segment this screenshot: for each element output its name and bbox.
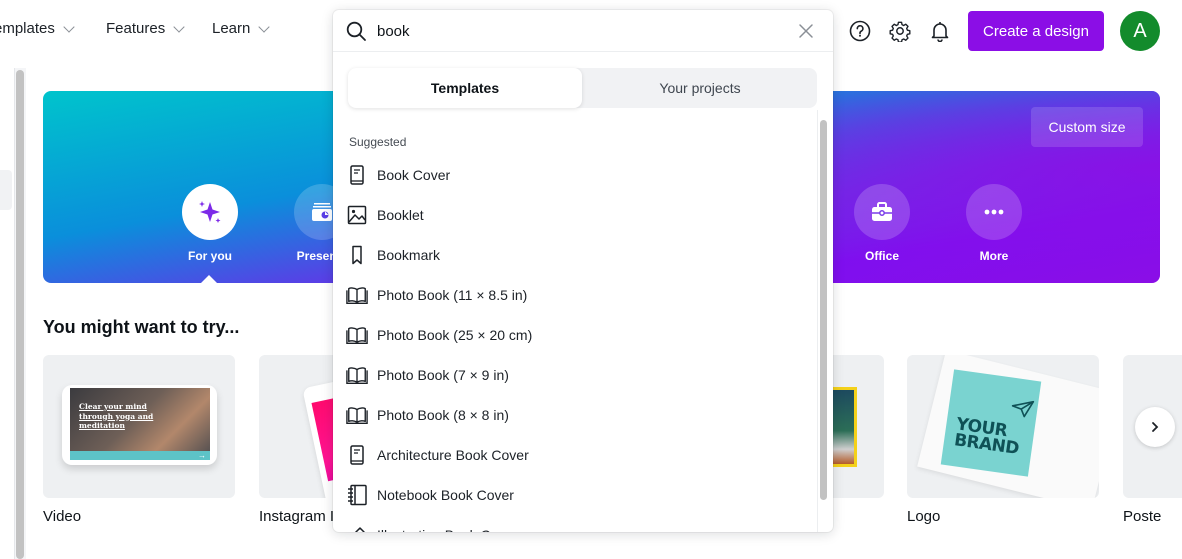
create-design-button[interactable]: Create a design: [968, 11, 1104, 51]
suggestion-item[interactable]: Photo Book (25 × 20 cm): [333, 315, 817, 355]
suggestion-item[interactable]: Photo Book (7 × 9 in): [333, 355, 817, 395]
category-icon-circle: [966, 184, 1022, 240]
nav-learn[interactable]: Learn: [212, 20, 271, 37]
suggested-heading: Suggested: [349, 135, 407, 149]
suggestion-item[interactable]: Photo Book (11 × 8.5 in): [333, 275, 817, 315]
custom-size-button[interactable]: Custom size: [1031, 107, 1143, 147]
tab-your-projects[interactable]: Your projects: [583, 68, 817, 108]
arrow-right-icon: →: [198, 451, 206, 460]
suggestion-label: Booklet: [377, 207, 424, 223]
presentation-icon: [312, 203, 332, 221]
sparkle-icon: [199, 201, 221, 223]
help-button[interactable]: [848, 19, 872, 43]
briefcase-icon: [872, 202, 892, 221]
category-icon-circle: [182, 184, 238, 240]
nav-features[interactable]: Features: [106, 20, 185, 37]
search-input[interactable]: [377, 20, 777, 42]
help-icon: [849, 20, 871, 42]
section-title: You might want to try...: [43, 317, 240, 337]
carousel-next-button[interactable]: [1135, 407, 1175, 447]
card-label: Video: [43, 508, 82, 525]
suggestion-label: Bookmark: [377, 247, 441, 263]
image-icon: [347, 205, 367, 225]
gear-icon: [889, 21, 911, 42]
chevron-down-icon: [258, 20, 271, 33]
template-card-logo[interactable]: YOUR BRAND: [907, 355, 1099, 498]
poster-thumbnail: [832, 387, 857, 467]
sidebar-scrollbar[interactable]: [16, 70, 24, 559]
category-more[interactable]: More: [944, 184, 1044, 263]
suggestions-scroll-area: Suggested Book Cover Booklet Bookmark Ph…: [333, 115, 817, 532]
bell-icon: [931, 22, 949, 42]
suggestion-item[interactable]: Photo Book (8 × 8 in): [333, 395, 817, 435]
book-cover-icon: [350, 445, 364, 465]
card-label: Logo: [907, 508, 941, 525]
suggestion-item[interactable]: Illustration Book Cover: [333, 515, 817, 532]
more-icon: [984, 209, 1004, 215]
suggestion-item[interactable]: Architecture Book Cover: [333, 435, 817, 475]
suggestion-item[interactable]: Bookmark: [333, 235, 817, 275]
search-tabs: Templates Your projects: [348, 68, 817, 108]
card-label: Poste: [1123, 508, 1162, 525]
suggestion-label: Photo Book (8 × 8 in): [377, 407, 509, 423]
suggestion-label: Architecture Book Cover: [377, 447, 529, 463]
chevron-down-icon: [63, 20, 75, 33]
suggestion-item[interactable]: Booklet: [333, 195, 817, 235]
category-label: Office: [864, 249, 899, 263]
sidebar-selected-item[interactable]: [0, 170, 12, 210]
open-book-icon: [346, 287, 368, 304]
category-office[interactable]: Office: [832, 184, 932, 263]
nav-learn-label: Learn: [212, 20, 251, 37]
bookmark-icon: [352, 245, 362, 265]
scroll-divider: [817, 110, 818, 532]
suggestion-list: Book Cover Booklet Bookmark Photo Book (…: [333, 155, 817, 532]
tab-templates[interactable]: Templates: [348, 68, 582, 108]
suggestion-item[interactable]: Book Cover: [333, 155, 817, 195]
search-icon: [346, 21, 366, 41]
category-label: More: [979, 249, 1009, 263]
book-cover-icon: [350, 165, 364, 185]
notifications-button[interactable]: [928, 19, 952, 43]
suggestion-label: Photo Book (25 × 20 cm): [377, 327, 533, 343]
pen-icon: [354, 527, 365, 532]
suggestion-label: Illustration Book Cover: [377, 527, 518, 532]
open-book-icon: [346, 367, 368, 384]
search-dropdown: Templates Your projects Suggested Book C…: [333, 10, 833, 532]
paper-plane-icon: [1011, 400, 1035, 418]
chevron-right-icon: [1152, 422, 1159, 432]
thumbnail-text: Clear your mind through yoga and meditat…: [79, 402, 154, 430]
suggestion-label: Notebook Book Cover: [377, 487, 514, 503]
open-book-icon: [346, 407, 368, 424]
video-thumbnail: Clear your mind through yoga and meditat…: [62, 385, 217, 465]
card-label: Instagram I: [259, 508, 335, 525]
nav-features-label: Features: [106, 20, 166, 37]
close-icon[interactable]: [798, 23, 814, 39]
template-card-poster-partial[interactable]: [832, 355, 884, 498]
chevron-down-icon: [173, 20, 185, 33]
nav-templates-label: emplates: [0, 20, 55, 37]
template-card-video[interactable]: Clear your mind through yoga and meditat…: [43, 355, 235, 498]
logo-thumbnail: YOUR BRAND: [940, 369, 1042, 477]
open-book-icon: [346, 327, 368, 344]
suggestion-item[interactable]: Notebook Book Cover: [333, 475, 817, 515]
suggestions-scrollbar[interactable]: [820, 120, 827, 500]
category-for-you[interactable]: For you: [160, 184, 260, 263]
suggestion-label: Photo Book (11 × 8.5 in): [377, 287, 528, 303]
category-icon-circle: [854, 184, 910, 240]
thumbnail-text: YOUR BRAND: [952, 414, 1021, 460]
suggestion-label: Book Cover: [377, 167, 451, 183]
settings-button[interactable]: [888, 19, 912, 43]
suggestion-label: Photo Book (7 × 9 in): [377, 367, 509, 383]
active-category-pointer: [200, 275, 218, 284]
search-bar: [333, 10, 833, 52]
template-card-instagram[interactable]: [259, 355, 339, 498]
notebook-icon: [348, 484, 367, 506]
nav-templates[interactable]: emplates: [0, 20, 75, 37]
avatar[interactable]: A: [1120, 11, 1160, 51]
category-label: For you: [188, 249, 232, 263]
